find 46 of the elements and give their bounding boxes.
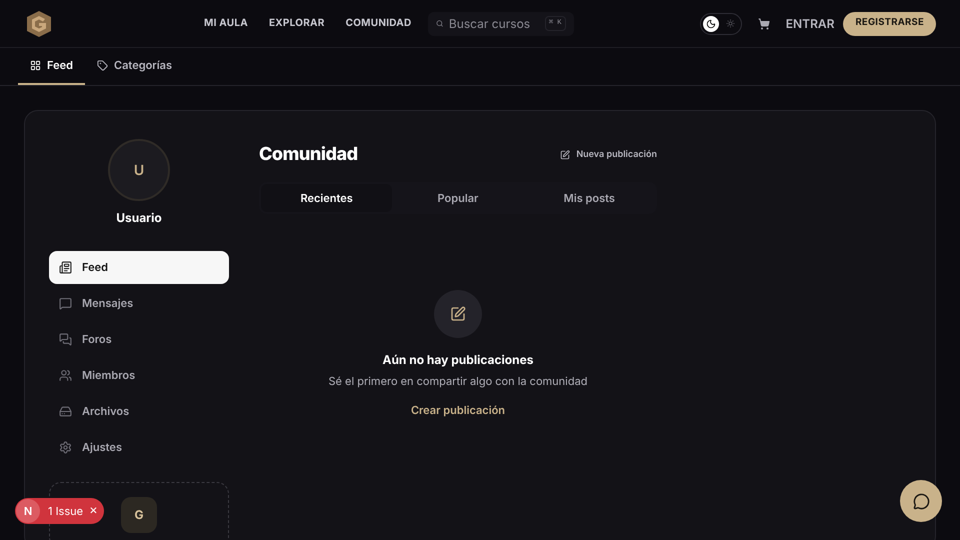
sub-tab[interactable]: Categorías	[85, 48, 184, 85]
empty-state-title: Aún no hay publicaciones	[382, 351, 534, 369]
nav-link[interactable]: EXPLORAR	[268, 16, 325, 31]
logo-badge: G	[121, 497, 157, 533]
nav-link[interactable]: COMUNIDAD	[346, 16, 412, 31]
sub-tab[interactable]: Feed	[18, 48, 85, 85]
issue-logo: N	[16, 499, 40, 523]
search-icon	[436, 18, 443, 29]
sidebar-item[interactable]: Mensajes	[49, 287, 229, 320]
sidebar-item[interactable]: Foros	[49, 323, 229, 356]
cart-icon[interactable]	[758, 18, 770, 30]
newspaper-icon	[59, 261, 72, 274]
issue-badge[interactable]: N 1 Issue ×	[15, 498, 104, 524]
logo-icon[interactable]	[24, 8, 54, 38]
empty-state-text: Sé el primero en compartir algo con la comunidad	[328, 373, 588, 390]
new-post-button[interactable]: Nueva publicación	[560, 148, 657, 162]
page-title: Comunidad	[259, 143, 358, 167]
chat-icon	[912, 492, 930, 510]
user-name: Usuario	[116, 209, 162, 227]
sidebar-item[interactable]: Feed	[49, 251, 229, 284]
chat-bubbles-icon	[59, 333, 72, 346]
feed-tab[interactable]: Mis posts	[524, 184, 655, 212]
tag-icon	[97, 60, 108, 71]
register-button[interactable]: REGISTRARSE	[843, 12, 936, 36]
close-icon[interactable]: ×	[89, 501, 98, 521]
sidebar-item[interactable]: Miembros	[49, 359, 229, 392]
moon-icon	[706, 18, 716, 28]
settings-icon	[59, 441, 72, 454]
users-icon	[59, 369, 72, 382]
login-button[interactable]: ENTRAR	[786, 14, 834, 32]
sun-icon	[726, 19, 736, 28]
theme-toggle[interactable]	[700, 12, 742, 34]
nav-link[interactable]: MI AULA	[204, 16, 248, 31]
search-input[interactable]: Buscar cursos	[448, 14, 539, 32]
feed-tab[interactable]: Popular	[392, 184, 524, 212]
issue-count: 1 Issue	[48, 502, 84, 520]
edit-icon	[560, 150, 570, 160]
create-post-link[interactable]: Crear publicación	[410, 402, 506, 418]
feed-tab[interactable]: Recientes	[261, 184, 392, 212]
edit-icon	[450, 306, 466, 322]
chat-bubble-icon	[59, 297, 72, 310]
sidebar-item[interactable]: Archivos	[49, 395, 229, 428]
sidebar-item[interactable]: Ajustes	[49, 431, 229, 464]
grid-icon	[30, 60, 41, 71]
drive-icon	[59, 405, 72, 418]
avatar: U	[108, 139, 170, 201]
